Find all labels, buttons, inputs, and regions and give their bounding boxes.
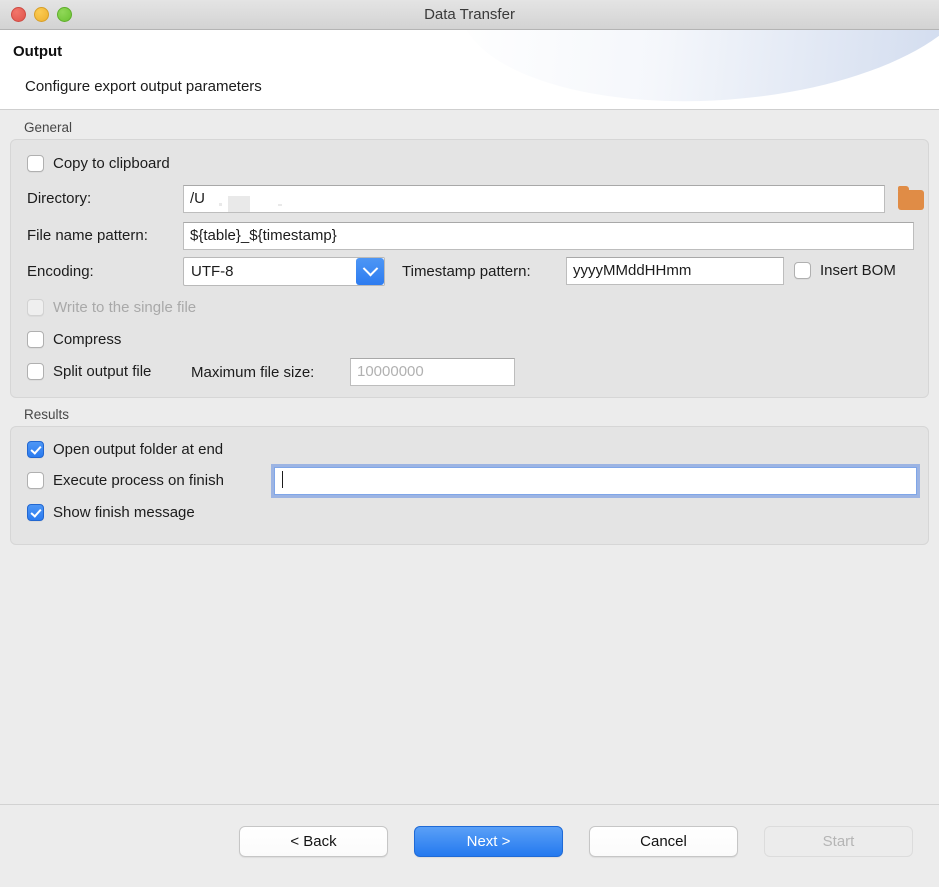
data-transfer-dialog: Data Transfer Output Configure export ou… xyxy=(0,0,939,887)
page-title: Output xyxy=(13,43,63,60)
folder-icon xyxy=(898,186,924,210)
insert-bom-row[interactable]: Insert BOM xyxy=(794,262,896,279)
maximum-file-size-input[interactable]: 10000000 xyxy=(350,358,515,386)
header-decoration xyxy=(451,30,939,109)
write-single-file-row: Write to the single file xyxy=(27,299,196,316)
open-output-folder-checkbox[interactable] xyxy=(27,441,44,458)
show-finish-message-row[interactable]: Show finish message xyxy=(27,504,195,521)
back-button[interactable]: < Back xyxy=(239,826,388,857)
general-group-label: General xyxy=(24,120,73,135)
timestamp-pattern-input[interactable]: yyyyMMddHHmm xyxy=(566,257,784,285)
window-titlebar: Data Transfer xyxy=(0,0,939,30)
dialog-footer: < Back Next > Cancel Start xyxy=(0,804,939,886)
execute-process-row[interactable]: Execute process on finish xyxy=(27,472,224,489)
general-group-box: Copy to clipboard Directory: /U File nam… xyxy=(10,139,929,398)
general-group: General Copy to clipboard Directory: /U xyxy=(10,117,929,398)
timestamp-pattern-label-wrap: Timestamp pattern: xyxy=(402,263,531,280)
dialog-content: General Copy to clipboard Directory: /U xyxy=(0,110,939,804)
start-button: Start xyxy=(764,826,913,857)
cancel-button[interactable]: Cancel xyxy=(589,826,738,857)
insert-bom-label: Insert BOM xyxy=(820,262,896,279)
compress-row[interactable]: Compress xyxy=(27,331,121,348)
results-group-label: Results xyxy=(24,407,70,422)
maximum-file-size-label: Maximum file size: xyxy=(191,364,315,381)
encoding-combobox[interactable]: UTF-8 xyxy=(183,257,385,286)
encoding-label-wrap: Encoding: xyxy=(27,263,94,280)
open-output-folder-label: Open output folder at end xyxy=(53,441,224,458)
execute-process-input[interactable] xyxy=(274,467,917,495)
compress-checkbox[interactable] xyxy=(27,331,44,348)
split-output-file-row[interactable]: Split output file xyxy=(27,363,151,380)
encoding-dropdown-button[interactable] xyxy=(356,258,384,285)
encoding-value: UTF-8 xyxy=(191,263,234,280)
split-output-file-checkbox[interactable] xyxy=(27,363,44,380)
write-single-file-label: Write to the single file xyxy=(53,299,197,316)
copy-to-clipboard-label: Copy to clipboard xyxy=(53,155,170,172)
results-group: Results Open output folder at end Execut… xyxy=(10,404,929,545)
footer-button-bar: < Back Next > Cancel Start xyxy=(239,826,913,857)
execute-process-checkbox[interactable] xyxy=(27,472,44,489)
chevron-down-icon xyxy=(362,260,378,277)
split-output-file-label: Split output file xyxy=(53,363,152,380)
encoding-label: Encoding: xyxy=(27,263,94,280)
directory-redacted-region xyxy=(219,192,288,212)
directory-input-value: /U xyxy=(190,190,205,207)
show-finish-message-label: Show finish message xyxy=(53,504,195,521)
compress-label: Compress xyxy=(53,331,122,348)
write-single-file-checkbox xyxy=(27,299,44,316)
timestamp-pattern-label: Timestamp pattern: xyxy=(402,263,531,280)
next-button[interactable]: Next > xyxy=(414,826,563,857)
text-caret xyxy=(282,471,283,488)
page-subtitle: Configure export output parameters xyxy=(25,78,262,95)
wizard-header: Output Configure export output parameter… xyxy=(0,30,939,110)
window-title: Data Transfer xyxy=(424,6,515,23)
browse-directory-button[interactable] xyxy=(896,186,926,213)
show-finish-message-checkbox[interactable] xyxy=(27,504,44,521)
results-group-box: Open output folder at end Execute proces… xyxy=(10,426,929,545)
open-output-folder-row[interactable]: Open output folder at end xyxy=(27,441,223,458)
copy-to-clipboard-row[interactable]: Copy to clipboard xyxy=(27,155,170,172)
execute-process-label: Execute process on finish xyxy=(53,472,224,489)
file-name-pattern-label: File name pattern: xyxy=(27,227,148,244)
insert-bom-checkbox[interactable] xyxy=(794,262,811,279)
maximum-file-size-label-wrap: Maximum file size: xyxy=(191,364,314,381)
directory-label-wrap: Directory: xyxy=(27,190,91,207)
copy-to-clipboard-checkbox[interactable] xyxy=(27,155,44,172)
directory-input[interactable]: /U xyxy=(183,185,885,213)
directory-label: Directory: xyxy=(27,190,92,207)
file-name-pattern-label-wrap: File name pattern: xyxy=(27,227,148,244)
file-name-pattern-input[interactable]: ${table}_${timestamp} xyxy=(183,222,914,250)
